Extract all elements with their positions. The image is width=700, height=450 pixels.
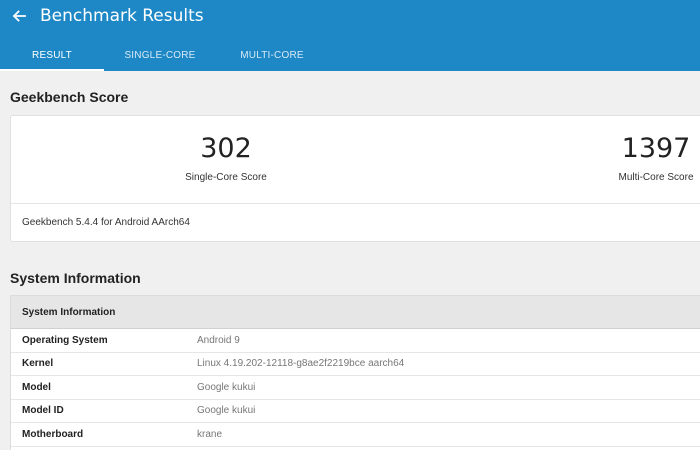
row-key: Model — [22, 381, 51, 393]
active-tab-indicator — [0, 69, 104, 71]
single-core-score-value: 302 — [200, 133, 252, 164]
system-info-table-header: System Information — [11, 296, 700, 329]
table-row: Model Google kukui — [11, 376, 700, 400]
table-row: Kernel Linux 4.19.202-12118-g8ae2f2219bc… — [11, 353, 700, 376]
geekbench-score-heading: Geekbench Score — [10, 89, 129, 105]
row-key: Motherboard — [22, 428, 84, 440]
single-core-score-label: Single-Core Score — [185, 172, 267, 183]
table-row: Model ID Google kukui — [11, 400, 700, 423]
row-key: Kernel — [22, 358, 54, 370]
system-info-table: System Information Operating System Andr… — [10, 295, 700, 450]
back-button[interactable] — [8, 5, 30, 27]
multi-core-score-value: 1397 — [621, 133, 691, 164]
app-bar: Benchmark Results RESULT SINGLE-CORE MUL… — [0, 0, 700, 71]
card-divider — [11, 203, 700, 204]
row-value: Google kukui — [197, 405, 256, 417]
row-key: Model ID — [22, 405, 64, 417]
geekbench-version: Geekbench 5.4.4 for Android AArch64 — [22, 217, 190, 228]
row-value: Android 9 — [197, 334, 240, 346]
multi-core-score-label: Multi-Core Score — [618, 172, 694, 183]
system-information-heading: System Information — [10, 270, 141, 286]
table-row: Operating System Android 9 — [11, 329, 700, 353]
row-key: Operating System — [22, 334, 108, 346]
single-core-score-block: 302 Single-Core Score — [176, 132, 276, 183]
page-title: Benchmark Results — [40, 6, 204, 26]
tab-single-core[interactable]: SINGLE-CORE — [108, 39, 212, 71]
row-value: krane — [197, 428, 223, 440]
tab-result[interactable]: RESULT — [0, 39, 104, 71]
score-card: 302 Single-Core Score 1397 Multi-Core Sc… — [10, 115, 700, 242]
arrow-left-icon — [12, 10, 26, 22]
row-value: Linux 4.19.202-12118-g8ae2f2219bce aarch… — [197, 358, 405, 370]
table-row: Motherboard krane — [11, 423, 700, 447]
benchmark-results-screen: Benchmark Results RESULT SINGLE-CORE MUL… — [0, 0, 700, 450]
multi-core-score-block: 1397 Multi-Core Score — [606, 132, 700, 183]
row-value: Google kukui — [197, 381, 256, 393]
tab-multi-core[interactable]: MULTI-CORE — [220, 39, 324, 71]
tab-bar: RESULT SINGLE-CORE MULTI-CORE — [0, 39, 700, 71]
